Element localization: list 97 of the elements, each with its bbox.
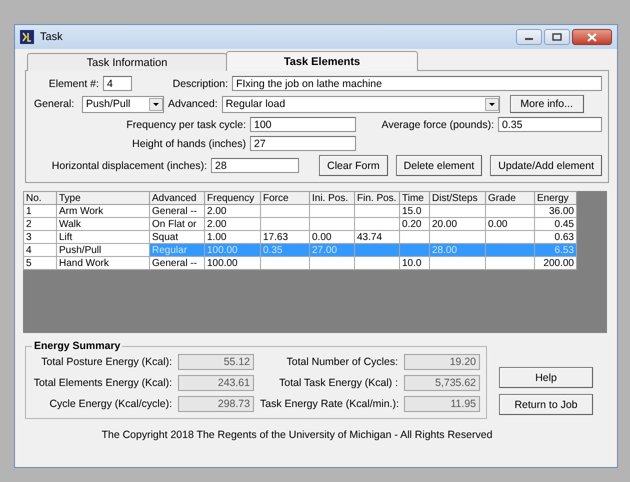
dropdown-caret-icon[interactable]: [484, 98, 499, 110]
table-cell[interactable]: 20.00: [430, 218, 486, 230]
table-cell[interactable]: [430, 204, 486, 218]
column-header[interactable]: Type: [56, 192, 150, 204]
minimize-button[interactable]: [516, 29, 542, 45]
app-icon: [20, 30, 34, 44]
table-cell[interactable]: 100.00: [204, 256, 260, 270]
dropdown-caret-icon[interactable]: [149, 98, 163, 110]
table-cell[interactable]: Arm Work: [56, 204, 150, 218]
table-cell[interactable]: [354, 218, 400, 230]
more-info-button[interactable]: More info...: [510, 95, 584, 113]
table-cell[interactable]: [354, 256, 400, 270]
table-cell[interactable]: [486, 244, 534, 256]
maximize-icon: [552, 33, 562, 41]
table-cell[interactable]: 10.0: [400, 256, 430, 270]
table-cell[interactable]: 2.00: [204, 204, 260, 218]
column-header[interactable]: Dist/Steps: [430, 192, 486, 204]
table-cell[interactable]: Push/Pull: [56, 244, 150, 256]
table-cell[interactable]: 0.20: [400, 218, 430, 230]
description-field[interactable]: FIxing the job on lathe machine: [232, 76, 602, 91]
field-label: Average force (pounds):: [382, 118, 494, 130]
side-button[interactable]: Help: [499, 367, 593, 388]
table-cell[interactable]: 3: [24, 230, 56, 244]
table-cell[interactable]: General --: [150, 256, 204, 270]
copyright-text: The Copyright 2018 The Regents of the University of Michigan - All Rights Reserved: [100, 429, 494, 441]
column-header[interactable]: Grade: [486, 192, 534, 204]
tab[interactable]: Task Information: [27, 53, 227, 71]
table-cell[interactable]: [310, 204, 354, 218]
table-cell[interactable]: 1: [24, 204, 56, 218]
table-cell[interactable]: 5: [24, 256, 56, 270]
frequency-field[interactable]: 100: [250, 117, 356, 132]
column-header[interactable]: Frequency: [204, 192, 260, 204]
field-label: Height of hands (inches): [131, 138, 246, 150]
table-cell[interactable]: 0.00: [486, 218, 534, 230]
table-cell[interactable]: [486, 256, 534, 270]
readonly-field: 243.61: [178, 375, 254, 391]
table-cell[interactable]: On Flat or: [150, 218, 204, 230]
table-cell[interactable]: 2.00: [204, 218, 260, 230]
summary-label: Task Energy Rate (Kcal/min.):: [260, 398, 398, 410]
table-cell[interactable]: [354, 204, 400, 218]
table-cell[interactable]: 36.00: [534, 204, 576, 218]
field-label: Frequency per task cycle:: [125, 118, 246, 130]
summary-label: Cycle Energy (Kcal/cycle):: [48, 398, 172, 410]
readonly-field: 5,735.62: [404, 375, 480, 391]
form-button[interactable]: Delete element: [396, 155, 482, 176]
table-cell[interactable]: 2: [24, 218, 56, 230]
table-cell[interactable]: 200.00: [534, 256, 576, 270]
column-header[interactable]: Force: [260, 192, 310, 204]
table-cell[interactable]: Walk: [56, 218, 150, 230]
column-header[interactable]: Energy: [534, 192, 576, 204]
maximize-button[interactable]: [544, 29, 570, 45]
column-header[interactable]: Ini. Pos.: [310, 192, 354, 204]
summary-label: Total Posture Energy (Kcal):: [40, 356, 172, 368]
readonly-field: 19.20: [404, 354, 480, 370]
field-label: Horizontal displacement (inches):: [50, 160, 207, 172]
table-cell[interactable]: Lift: [56, 230, 150, 244]
element-number-field[interactable]: 4: [102, 76, 132, 91]
table-cell[interactable]: [260, 204, 310, 218]
table-cell[interactable]: [486, 204, 534, 218]
table-cell[interactable]: General --: [150, 204, 204, 218]
column-header[interactable]: Time: [400, 192, 430, 204]
summary-label: Total Elements Energy (Kcal):: [32, 377, 172, 389]
horizontal-displacement-field[interactable]: 28: [211, 158, 299, 173]
column-header[interactable]: Fin. Pos.: [354, 192, 400, 204]
summary-label: Total Task Energy (Kcal) :: [278, 377, 398, 389]
table-cell[interactable]: 0.45: [534, 218, 576, 230]
readonly-field: 55.12: [178, 354, 254, 370]
height-field[interactable]: 27: [250, 136, 356, 151]
group-title: Energy Summary: [33, 340, 122, 352]
side-button[interactable]: Return to Job: [499, 394, 593, 415]
table-cell[interactable]: 4: [24, 244, 56, 256]
tab[interactable]: Task Elements: [226, 51, 418, 71]
close-icon: [587, 32, 597, 42]
field-label: Advanced:: [168, 98, 218, 110]
advanced-dropdown[interactable]: Regular load: [222, 96, 500, 112]
general-dropdown[interactable]: Push/Pull: [82, 96, 164, 112]
summary-label: Total Number of Cycles:: [286, 356, 398, 368]
form-button[interactable]: Update/Add element: [490, 155, 602, 176]
window-title: Task: [40, 31, 64, 43]
table-cell[interactable]: [310, 218, 354, 230]
column-header[interactable]: Advanced: [150, 192, 204, 204]
table-cell[interactable]: Hand Work: [56, 256, 150, 270]
close-button[interactable]: [572, 29, 612, 45]
column-header[interactable]: No.: [24, 192, 56, 204]
table-cell[interactable]: [430, 256, 486, 270]
table-cell[interactable]: [260, 218, 310, 230]
field-label: General:: [34, 98, 76, 110]
average-force-field[interactable]: 0.35: [498, 117, 602, 132]
readonly-field: 298.73: [178, 396, 254, 412]
table-cell[interactable]: [354, 244, 400, 256]
readonly-field: 11.95: [404, 396, 480, 412]
table-cell[interactable]: 15.0: [400, 204, 430, 218]
table-cell[interactable]: [260, 256, 310, 270]
field-label: Description:: [172, 78, 228, 90]
table-cell[interactable]: [310, 256, 354, 270]
field-label: Element #:: [48, 78, 99, 90]
form-button[interactable]: Clear Form: [319, 155, 388, 176]
